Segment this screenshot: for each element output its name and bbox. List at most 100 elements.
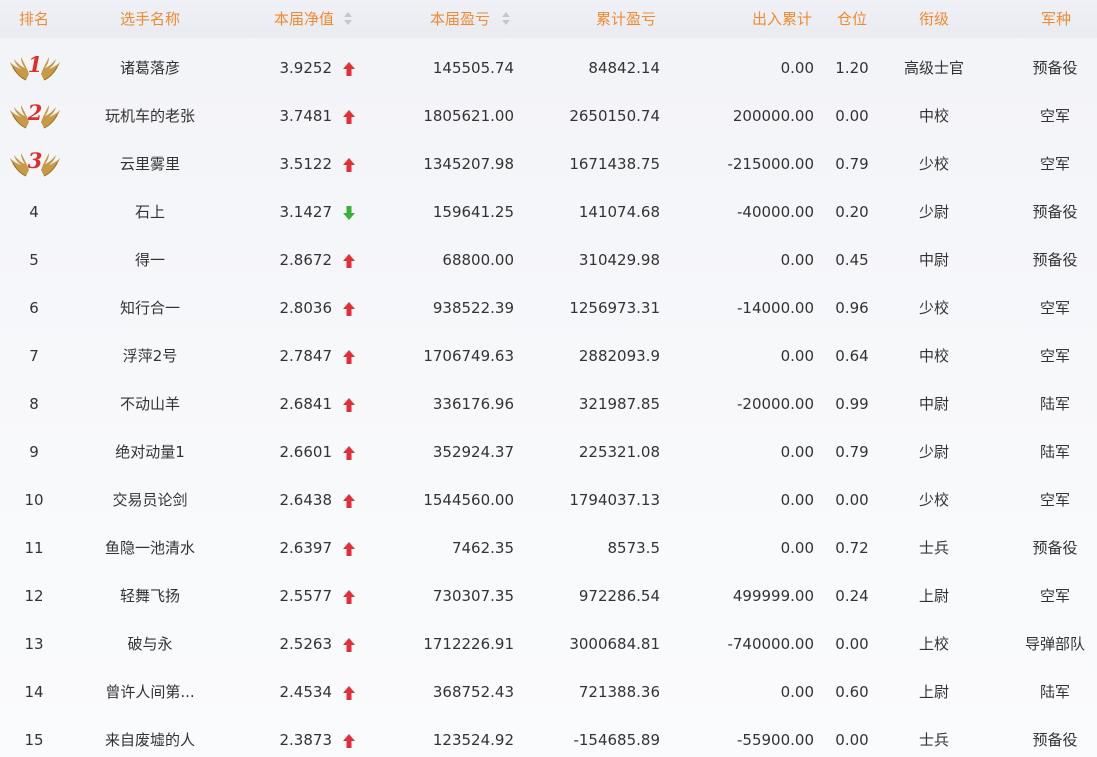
title-value: 上校 [918,635,949,653]
sort-nav-icon[interactable] [344,12,352,26]
io-total-value: -40000.00 [737,203,814,221]
player-name-link[interactable]: 来自废墟的人 [80,716,220,757]
profit-value: 7462.35 [451,539,514,557]
player-name-link[interactable]: 云里雾里 [80,140,220,188]
header-io-total[interactable]: 出入累计 [720,0,812,38]
player-name-link[interactable]: 绝对动量1 [80,428,220,476]
leaderboard-table: 排名 选手名称 本届净值 本届盈亏 累计盈亏 出入累计 仓位 衔级 军种 1 诸葛… [0,0,1097,757]
header-profit[interactable]: 本届盈亏 [404,0,490,38]
branch-value: 空军 [1039,587,1070,605]
position-value: 0.00 [835,731,869,749]
table-row[interactable]: 15 来自废墟的人 2.3873 123524.92 -154685.89 -55900.… [0,716,1097,757]
table-row[interactable]: 11 鱼隐一池清水 2.6397 7462.35 8573.5 0.00 0.72 士兵 预备役 [0,524,1097,572]
header-nav[interactable]: 本届净值 [248,0,334,38]
down-arrow-icon [342,205,356,221]
cumulative-profit-value: 1671438.75 [569,155,660,173]
player-name-link[interactable]: 浮萍2号 [80,332,220,380]
rank-number: 5 [29,251,39,269]
table-row[interactable]: 13 破与永 2.5263 1712226.91 3000684.81 -740000.0… [0,620,1097,668]
rank-number: 10 [24,491,44,509]
cumulative-profit-value: 1794037.13 [569,491,660,509]
rank-number: 1 [27,52,43,77]
table-row[interactable]: 14 曾许人间第... 2.4534 368752.43 721388.36 0.00 0.… [0,668,1097,716]
cumulative-profit-value: 8573.5 [607,539,661,557]
player-name-link[interactable]: 石上 [80,188,220,236]
nav-value: 2.3873 [279,731,333,749]
header-rank[interactable]: 排名 [14,0,54,38]
table-row[interactable]: 7 浮萍2号 2.7847 1706749.63 2882093.9 0.00 0.64 中校… [0,332,1097,380]
player-name-link[interactable]: 知行合一 [80,284,220,332]
table-row[interactable]: 3 云里雾里 3.5122 1345207.98 1671438.75 -215000.0… [0,140,1097,188]
player-name-link[interactable]: 破与永 [80,620,220,668]
table-row[interactable]: 1 诸葛落彦 3.9252 145505.74 84842.14 0.00 1.20 高级士官… [0,44,1097,92]
table-row[interactable]: 2 玩机车的老张 3.7481 1805621.00 2650150.74 200000.… [0,92,1097,140]
table-row[interactable]: 4 石上 3.1427 159641.25 141074.68 -40000.00 0.20… [0,188,1097,236]
title-value: 上尉 [918,683,949,701]
position-value: 0.20 [835,203,869,221]
position-value: 0.00 [835,635,869,653]
sort-profit-icon[interactable] [502,12,510,26]
player-name-link[interactable]: 鱼隐一池清水 [80,524,220,572]
up-arrow-icon [342,445,356,461]
cumulative-profit-value: 225321.08 [578,443,660,461]
player-name-link[interactable]: 玩机车的老张 [80,92,220,140]
branch-value: 空军 [1039,107,1070,125]
up-arrow-icon [342,493,356,509]
table-row[interactable]: 6 知行合一 2.8036 938522.39 1256973.31 -14000.00 0… [0,284,1097,332]
branch-value: 导弹部队 [1024,635,1085,653]
table-row[interactable]: 12 轻舞飞扬 2.5577 730307.35 972286.54 499999.00 0… [0,572,1097,620]
player-name-link[interactable]: 曾许人间第... [80,668,220,716]
nav-value: 2.8036 [279,299,333,317]
branch-value: 陆军 [1039,683,1070,701]
player-name-link[interactable]: 交易员论剑 [80,476,220,524]
header-player-name[interactable]: 选手名称 [100,0,200,38]
io-total-value: 0.00 [780,683,814,701]
up-arrow-icon [342,109,356,125]
up-arrow-icon [342,157,356,173]
header-position[interactable]: 仓位 [830,0,874,38]
position-value: 0.24 [835,587,869,605]
branch-value: 预备役 [1032,203,1078,221]
cumulative-profit-value: 721388.36 [578,683,660,701]
profit-value: 68800.00 [442,251,514,269]
player-name-link[interactable]: 轻舞飞扬 [80,572,220,620]
profit-value: 938522.39 [432,299,514,317]
rank-number: 3 [27,148,43,173]
position-value: 1.20 [835,59,869,77]
title-value: 中尉 [918,251,949,269]
up-arrow-icon [342,253,356,269]
branch-value: 预备役 [1032,731,1078,749]
rank-medal-icon: 3 [8,148,62,180]
rank-number: 15 [24,731,44,749]
position-value: 0.96 [835,299,869,317]
nav-value: 2.4534 [279,683,333,701]
player-name-link[interactable]: 不动山羊 [80,380,220,428]
up-arrow-icon [342,637,356,653]
rank-number: 7 [29,347,39,365]
profit-value: 352924.37 [432,443,514,461]
io-total-value: -14000.00 [737,299,814,317]
header-title[interactable]: 衔级 [900,0,968,38]
table-row[interactable]: 5 得一 2.8672 68800.00 310429.98 0.00 0.45 中尉 预备役 [0,236,1097,284]
rank-number: 13 [24,635,44,653]
title-value: 士兵 [918,539,949,557]
player-name-link[interactable]: 诸葛落彦 [80,44,220,92]
nav-value: 2.6397 [279,539,333,557]
position-value: 0.00 [835,107,869,125]
nav-value: 2.6601 [279,443,333,461]
nav-value: 3.9252 [279,59,333,77]
header-cumulative-profit[interactable]: 累计盈亏 [560,0,656,38]
player-name-link[interactable]: 得一 [80,236,220,284]
title-value: 高级士官 [903,59,964,77]
io-total-value: 0.00 [780,251,814,269]
header-branch[interactable]: 军种 [1016,0,1096,38]
table-row[interactable]: 9 绝对动量1 2.6601 352924.37 225321.08 0.00 0.79 少尉… [0,428,1097,476]
nav-value: 2.7847 [279,347,333,365]
table-row[interactable]: 10 交易员论剑 2.6438 1544560.00 1794037.13 0.00 0.0… [0,476,1097,524]
cumulative-profit-value: 321987.85 [578,395,660,413]
cumulative-profit-value: 1256973.31 [569,299,660,317]
table-row[interactable]: 8 不动山羊 2.6841 336176.96 321987.85 -20000.00 0.… [0,380,1097,428]
profit-value: 336176.96 [432,395,514,413]
up-arrow-icon [342,733,356,749]
rank-number: 12 [24,587,44,605]
